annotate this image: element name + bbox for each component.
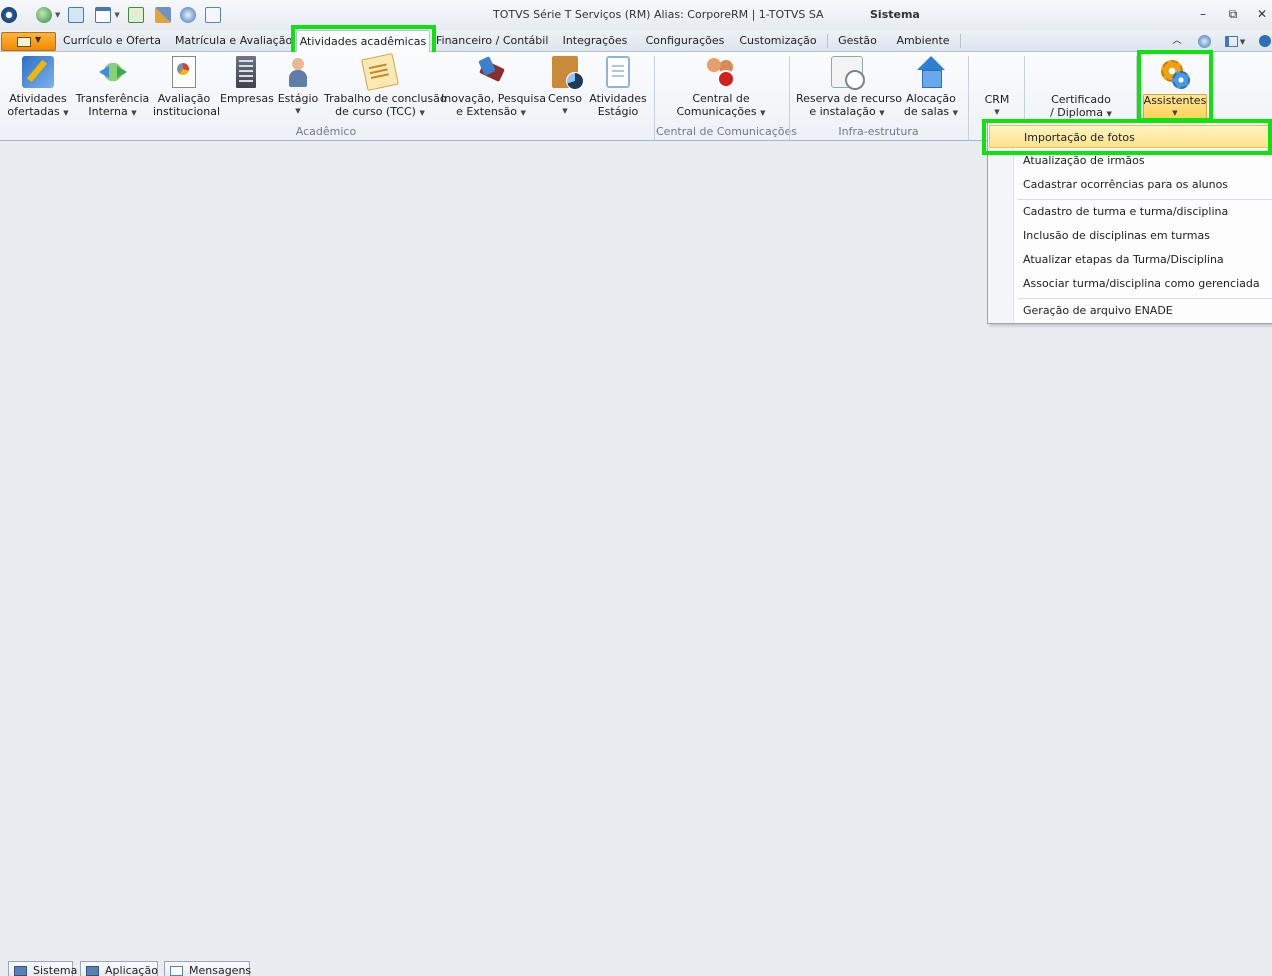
group-separator [654, 56, 655, 140]
atividades-estagio-button[interactable]: Atividades Estágio [589, 56, 647, 124]
tab-curriculo-oferta[interactable]: Currículo e Oferta [62, 30, 162, 52]
tools-icon[interactable] [154, 7, 171, 23]
monitor-icon [14, 966, 27, 976]
reserva-recurso-button[interactable]: Reserva de recurso e instalação ▼ [796, 56, 902, 124]
people-alert-icon [705, 56, 737, 88]
message-icon [170, 966, 183, 976]
group-separator [968, 56, 969, 140]
book-icon [17, 37, 31, 47]
info-icon[interactable] [1258, 30, 1272, 52]
layout-icon[interactable]: ▼ [1220, 30, 1250, 52]
empresas-button[interactable]: Empresas [220, 56, 274, 124]
web-icon[interactable] [179, 7, 196, 23]
menu-item-cadastro-turma[interactable]: Cadastro de turma e turma/disciplina [989, 200, 1272, 223]
central-comunicacoes-button[interactable]: Central de Comunicações ▼ [668, 56, 774, 124]
tcc-button[interactable]: Trabalho de conclusão de curso (TCC) ▼ [324, 53, 447, 124]
monitor-icon[interactable] [68, 7, 85, 23]
building-icon [236, 56, 256, 88]
house-icon [915, 56, 947, 88]
atividades-ofertadas-button[interactable]: Atividades ofertadas ▼ [5, 56, 71, 124]
estagio-button[interactable]: Estágio ▼ [276, 56, 320, 124]
tab-matricula-avaliacao[interactable]: Matrícula e Avaliação [175, 30, 292, 52]
status-tab-sistema[interactable]: Sistema [8, 961, 77, 976]
paper-icon [361, 53, 399, 91]
alocacao-salas-button[interactable]: Alocação de salas ▼ [902, 56, 960, 124]
clipboard-icon [606, 56, 630, 88]
minimize-icon[interactable]: – [1196, 7, 1210, 21]
assistentes-button[interactable]: Assistentes ▼ [1143, 58, 1207, 126]
tab-integracoes[interactable]: Integrações [560, 30, 630, 52]
censo-button[interactable]: Censo ▼ [546, 56, 584, 124]
copy-icon[interactable] [204, 7, 221, 23]
chevron-down-icon[interactable]: ▼ [55, 11, 60, 19]
tab-separator [960, 34, 961, 48]
assistentes-dropdown-menu: Importação de fotos Atualização de irmão… [987, 122, 1272, 324]
group-separator [789, 56, 790, 140]
transferencia-interna-button[interactable]: Transferência Interna ▼ [75, 56, 150, 124]
tab-financeiro-contabil[interactable]: Financeiro / Contábil [436, 30, 548, 52]
collapse-ribbon-icon[interactable]: ︿ [1170, 30, 1184, 52]
inovacao-pesquisa-extensao-button[interactable]: Inovação, Pesquisa e Extensão ▼ [441, 56, 546, 124]
notepad-pencil-icon [22, 56, 54, 88]
chevron-down-icon: ▼ [35, 35, 42, 44]
window-context: Sistema [870, 8, 920, 21]
menu-item-cadastrar-ocorrencias[interactable]: Cadastrar ocorrências para os alunos [989, 173, 1272, 196]
avaliacao-institucional-button[interactable]: Avaliação institucional [153, 56, 220, 124]
menu-item-atualizacao-irmaos[interactable]: Atualização de irmãos [989, 149, 1272, 172]
menu-item-importacao-fotos[interactable]: Importação de fotos [989, 125, 1272, 148]
transfer-arrows-icon [96, 56, 129, 88]
status-tab-mensagens[interactable]: Mensagens [164, 961, 251, 976]
gears-icon [1159, 58, 1191, 90]
export-icon[interactable] [127, 7, 144, 23]
status-tab-aplicacao[interactable]: Aplicação [80, 961, 158, 976]
menu-item-associar-turma[interactable]: Associar turma/disciplina como gerenciad… [989, 272, 1272, 295]
group-label-infra: Infra-estrutura [838, 125, 919, 138]
group-label-academico: Acadêmico [295, 125, 357, 138]
menu-item-geracao-enade[interactable]: Geração de arquivo ENADE [989, 299, 1272, 322]
census-chart-icon [552, 56, 584, 90]
chevron-down-icon[interactable]: ▼ [114, 11, 119, 19]
application-menu-button[interactable]: ▼ [1, 32, 56, 51]
close-icon[interactable]: ✕ [1255, 7, 1269, 21]
group-label-comunicacoes: Central de Comunicações [656, 125, 797, 138]
tab-atividades-academicas[interactable]: Atividades acadêmicas [296, 30, 430, 53]
books-icon [475, 56, 507, 88]
menu-item-atualizar-etapas[interactable]: Atualizar etapas da Turma/Disciplina [989, 248, 1272, 271]
tab-customizacao[interactable]: Customização [739, 30, 817, 52]
tab-ambiente[interactable]: Ambiente [893, 30, 953, 52]
monitor-icon [86, 966, 99, 976]
ribbon-tab-bar: ▼ Currículo e Oferta Matrícula e Avaliaç… [0, 30, 1272, 53]
tab-gestao[interactable]: Gestão [835, 30, 880, 52]
window-icon[interactable] [95, 7, 112, 23]
tab-separator [827, 34, 828, 48]
help-globe-icon[interactable] [1196, 30, 1212, 52]
window-title: TOTVS Série T Serviços (RM) Alias: Corpo… [493, 8, 824, 21]
menu-item-inclusao-disciplinas[interactable]: Inclusão de disciplinas em turmas [989, 224, 1272, 247]
calendar-clock-icon [831, 56, 865, 90]
person-icon [282, 56, 314, 88]
quick-access-toolbar: ▼ ▼ [1, 7, 224, 23]
globe-icon[interactable] [36, 7, 52, 23]
title-bar: ▼ ▼ TOTVS Série T Serviços (RM) Alias: C… [0, 0, 1272, 30]
restore-icon[interactable]: ⧉ [1226, 7, 1240, 22]
tab-configuracoes[interactable]: Configurações [644, 30, 726, 52]
app-logo-icon[interactable] [1, 7, 17, 23]
report-chart-icon [172, 56, 196, 88]
